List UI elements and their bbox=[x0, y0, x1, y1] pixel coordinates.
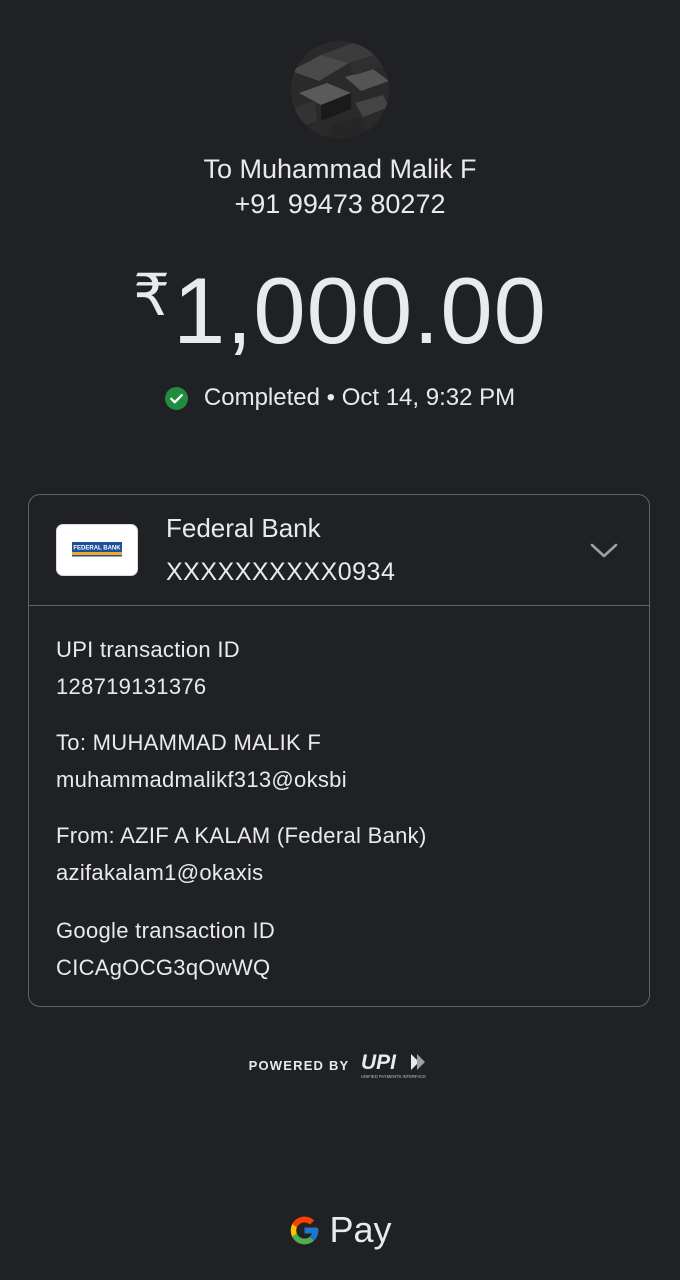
status-text: Completed • Oct 14, 9:32 PM bbox=[203, 384, 516, 411]
upi-logo: UPI UNIFIED PAYMENTS INTERFACE bbox=[361, 1051, 426, 1079]
upi-logo-text: UPI bbox=[361, 1051, 397, 1074]
payment-status: Completed • Oct 14, 9:32 PM bbox=[0, 382, 680, 414]
recipient-phone: +91 99473 80272 bbox=[234, 189, 446, 219]
brand-text: Pay bbox=[329, 1209, 392, 1250]
transaction-details-card: FEDERAL BANK Federal Bank XXXXXXXXXX0934… bbox=[28, 494, 650, 1007]
bank-logo-text: FEDERAL BANK bbox=[73, 546, 121, 552]
upi-tagline: UNIFIED PAYMENTS INTERFACE bbox=[361, 1074, 426, 1079]
detail-value[interactable]: muhammadmalikf313@oksbi bbox=[56, 766, 626, 794]
recipient-avatar[interactable] bbox=[291, 41, 389, 139]
google-transaction-id: Google transaction ID CICAgOCG3qOwWQ bbox=[56, 917, 626, 982]
bank-name: Federal Bank bbox=[166, 513, 321, 543]
from-account: From: AZIF A KALAM (Federal Bank) azifak… bbox=[56, 822, 626, 887]
chevron-down-icon[interactable] bbox=[588, 539, 620, 561]
to-account: To: MUHAMMAD MALIK F muhammadmalikf313@o… bbox=[56, 729, 626, 794]
google-g-icon bbox=[291, 1216, 319, 1244]
powered-by-label: POWERED BY bbox=[248, 1057, 350, 1073]
detail-value[interactable]: 128719131376 bbox=[56, 673, 626, 701]
detail-label: UPI transaction ID bbox=[56, 637, 240, 662]
bank-logo: FEDERAL BANK bbox=[56, 524, 138, 576]
bank-account-number: XXXXXXXXXX0934 bbox=[166, 558, 396, 586]
upi-transaction-id: UPI transaction ID 128719131376 bbox=[56, 636, 626, 701]
currency-symbol: ₹ bbox=[133, 263, 171, 328]
recipient-name: To Muhammad Malik F bbox=[203, 154, 477, 184]
powered-by-upi: POWERED BY UPI UNIFIED PAYMENTS INTERFAC… bbox=[0, 1050, 680, 1080]
detail-value[interactable]: azifakalam1@okaxis bbox=[56, 859, 626, 887]
payment-amount: ₹1,000.00 bbox=[0, 244, 680, 363]
detail-label: From: AZIF A KALAM (Federal Bank) bbox=[56, 823, 427, 848]
google-pay-brand: Pay bbox=[0, 1208, 680, 1252]
amount-value: 1,000.00 bbox=[173, 258, 547, 363]
detail-label: To: MUHAMMAD MALIK F bbox=[56, 730, 322, 755]
check-circle-icon bbox=[164, 386, 188, 410]
detail-value[interactable]: CICAgOCG3qOwWQ bbox=[56, 954, 626, 982]
detail-label: Google transaction ID bbox=[56, 918, 276, 943]
bank-account-header[interactable]: FEDERAL BANK Federal Bank XXXXXXXXXX0934 bbox=[29, 495, 649, 606]
